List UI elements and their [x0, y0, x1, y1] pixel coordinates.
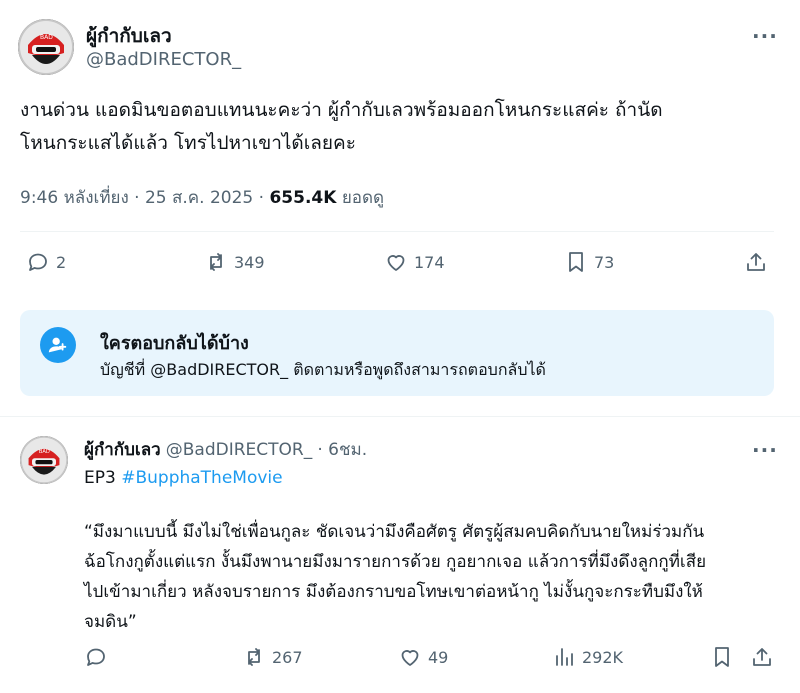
like-icon [387, 255, 405, 271]
reply-prefix: EP3 [84, 468, 122, 488]
bookmark-button[interactable]: 73 [564, 250, 614, 274]
reply-count: 2 [56, 252, 67, 272]
reply-repost-button[interactable]: 267 [242, 645, 303, 669]
divider [20, 231, 774, 232]
more-icon[interactable]: ··· [752, 24, 778, 48]
reply-like-count: 49 [428, 647, 449, 667]
author-avatar[interactable]: BAD [18, 19, 74, 75]
tweet-text: งานด่วน แอดมินขอตอบแทนนะคะว่า ผู้กำกับเล… [20, 99, 663, 154]
repost-button[interactable]: 349 [204, 250, 265, 274]
people-icon [40, 327, 76, 363]
reply-author-name[interactable]: ผู้กำกับเลว [84, 440, 161, 460]
reply-icon [29, 253, 47, 271]
reply-views-button[interactable]: 292K [552, 645, 623, 669]
view-count: 655.4K [269, 188, 337, 208]
views-icon [556, 648, 573, 666]
reply-more-icon[interactable]: ··· [752, 438, 778, 462]
share-icon [747, 253, 765, 271]
repost-count: 349 [234, 252, 265, 272]
reply-author-avatar[interactable]: BAD [20, 436, 68, 484]
view-label: ยอดดู [336, 188, 385, 208]
share-button[interactable] [744, 250, 768, 274]
like-button[interactable]: 174 [384, 250, 445, 274]
reply-intro: EP3 #BupphaTheMovie [84, 465, 283, 492]
share-icon [753, 648, 771, 666]
reply-like-button[interactable]: 49 [398, 645, 448, 669]
reply-share-button[interactable] [750, 645, 774, 669]
bookmark-icon [715, 647, 729, 667]
avatar-helmet: BAD [20, 436, 68, 484]
reply-author-handle[interactable]: @BadDIRECTOR_ [166, 440, 312, 460]
bookmark-count: 73 [594, 252, 615, 272]
avatar-helmet: BAD [18, 19, 74, 75]
tweet-time[interactable]: 9:46 หลังเที่ยง · 25 ส.ค. 2025 · [20, 188, 269, 208]
author-handle[interactable]: @BadDIRECTOR_ [86, 49, 241, 70]
author-name[interactable]: ผู้กำกับเลว [86, 21, 172, 51]
like-count: 174 [414, 252, 445, 272]
reply-header: ผู้กำกับเลว @BadDIRECTOR_ · 6ชม. [84, 436, 367, 463]
reply-view-count: 292K [582, 647, 624, 667]
svg-text:BAD: BAD [40, 34, 53, 41]
reply-icon [87, 648, 105, 666]
reply-bookmark-button[interactable] [710, 645, 734, 669]
who-can-reply-box: ใครตอบกลับได้บ้าง บัญชีที่ @BadDIRECTOR_… [20, 310, 774, 396]
who-can-reply-title: ใครตอบกลับได้บ้าง [100, 333, 249, 354]
bookmark-icon [569, 252, 583, 272]
like-icon [401, 650, 419, 666]
reply-reply-button[interactable] [84, 645, 108, 669]
repost-icon [248, 648, 260, 666]
reply-time[interactable]: · 6ชม. [317, 440, 367, 460]
repost-icon [210, 253, 222, 271]
svg-text:BAD: BAD [39, 449, 50, 455]
reply-repost-count: 267 [272, 647, 303, 667]
thread-divider [0, 416, 800, 417]
hashtag-link[interactable]: #BupphaTheMovie [121, 468, 282, 488]
who-can-reply-subtitle: บัญชีที่ @BadDIRECTOR_ ติดตามหรือพูดถึงส… [100, 360, 546, 379]
tweet-meta: 9:46 หลังเที่ยง · 25 ส.ค. 2025 · 655.4K … [20, 184, 384, 211]
reply-button[interactable]: 2 [26, 250, 66, 274]
reply-quote-text: “มึงมาแบบนี้ มึงไม่ใช่เพื่อนกูละ ชัดเจนว… [84, 522, 707, 632]
